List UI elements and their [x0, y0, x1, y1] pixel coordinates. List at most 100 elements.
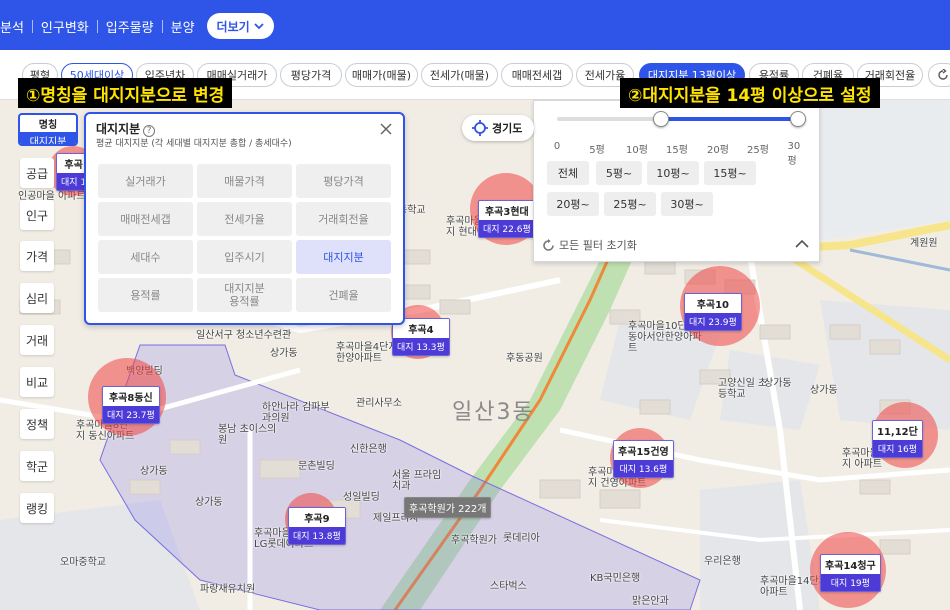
apartment-marker[interactable]: 후곡10 대지 23.9평: [684, 293, 742, 331]
marker-land-share: 대지 23.9평: [685, 313, 741, 330]
apartment-marker[interactable]: 후곡15건영 대지 13.6평: [613, 440, 674, 478]
map-label: 봉남 초이스의원: [218, 424, 277, 446]
marker-name: 후곡14청구: [821, 555, 880, 574]
range-tick: 15평: [666, 145, 688, 156]
annotation-step-1: ①명칭을 대지지분으로 변경: [18, 78, 233, 108]
option-sale-jeonse-gap[interactable]: 매매전세갭: [98, 202, 193, 236]
marker-name: 후곡10: [685, 294, 741, 313]
range-tick: 10평: [626, 145, 648, 156]
map-label: 스타벅스: [490, 581, 527, 592]
range-tick: 5평: [589, 145, 605, 156]
region-button[interactable]: 경기도: [462, 115, 534, 141]
map-label: 계원원: [910, 238, 938, 249]
map-label: 신한은행: [350, 444, 387, 455]
panel-title-text: 대지지분: [96, 122, 141, 136]
preset-10[interactable]: 10평~: [647, 161, 699, 185]
nav-item-population[interactable]: 인구변화: [33, 17, 97, 36]
preset-30[interactable]: 30평~: [661, 192, 713, 216]
nav-item-presale[interactable]: 분양: [163, 17, 203, 36]
side-menu-policy[interactable]: 정책: [20, 409, 54, 439]
academy-cluster-marker[interactable]: 후곡학원가 222개: [404, 497, 492, 518]
nav-item-analysis[interactable]: 분석: [0, 17, 32, 36]
range-tick: 0: [553, 141, 561, 152]
side-menu-price[interactable]: 가격: [20, 241, 54, 271]
chip-price-per-pyeong[interactable]: 평당가격: [280, 63, 342, 87]
marker-name: 후곡15건영: [614, 441, 673, 460]
option-turnover-rate[interactable]: 거래회전율: [296, 202, 391, 236]
reset-icon: [543, 238, 554, 251]
close-icon[interactable]: [379, 122, 393, 136]
apartment-marker[interactable]: 11,12단 대지 16평: [872, 420, 923, 458]
map-label: 상가동: [140, 466, 168, 477]
marker-land-share: 대지 13.8평: [289, 527, 345, 544]
locate-icon: [472, 120, 488, 136]
option-building-coverage[interactable]: 건폐율: [296, 278, 391, 312]
name-mode-value: 대지지분: [20, 132, 76, 144]
preset-20[interactable]: 20평~: [547, 192, 599, 216]
side-menu-transaction[interactable]: 거래: [20, 325, 54, 355]
map-label: 관리사무소: [356, 398, 402, 409]
option-listing-price[interactable]: 매물가격: [197, 164, 292, 198]
option-move-in-date[interactable]: 입주시기: [197, 240, 292, 274]
range-low-handle[interactable]: [653, 111, 669, 127]
name-mode-label: 명칭: [38, 120, 58, 131]
option-land-share-far[interactable]: 대지지분 용적률: [197, 278, 292, 312]
district-label: 일산3동: [452, 400, 535, 425]
marker-land-share: 대지 23.7평: [103, 406, 159, 423]
side-menu-school[interactable]: 학군: [20, 451, 54, 481]
chevron-down-icon: [254, 23, 264, 30]
map-label: 오마중학교: [60, 557, 106, 568]
reset-filters-button[interactable]: 모든 필터 초기화: [542, 237, 637, 253]
apartment-marker[interactable]: 후곡9 대지 13.8평: [288, 507, 346, 545]
apartment-marker[interactable]: 후곡8동신 대지 23.7평: [102, 386, 160, 424]
chevron-up-icon[interactable]: [795, 239, 809, 249]
option-price-per-pyeong[interactable]: 평당가격: [296, 164, 391, 198]
side-menu-population[interactable]: 인구: [20, 200, 54, 230]
option-households[interactable]: 세대수: [98, 240, 193, 274]
chip-jeonse-listing[interactable]: 전세가(매물): [421, 63, 498, 87]
marker-land-share: 대지 13.6평: [614, 460, 673, 477]
preset-15[interactable]: 15평~: [704, 161, 756, 185]
chip-sale-listing[interactable]: 매매가(매물): [345, 63, 418, 87]
map-label: 맑은안과: [632, 596, 669, 607]
map-label: 상가동: [270, 348, 298, 359]
refresh-chip[interactable]: [928, 63, 950, 87]
range-tick: 25평: [747, 145, 769, 156]
name-mode-button[interactable]: 명칭 대지지분: [18, 113, 78, 146]
marker-name: 11,12단: [873, 421, 922, 440]
marker-land-share: 대지 16평: [873, 440, 922, 457]
marker-land-share: 대지 22.6평: [479, 220, 535, 237]
apartment-marker[interactable]: 후곡14청구 대지 19평: [820, 554, 881, 592]
map-label: 파랑새유치원: [200, 584, 256, 595]
top-navigation-bar: 분석 인구변화 입주물량 분양 더보기: [0, 0, 950, 50]
map-label: 성일빌딩: [343, 492, 380, 503]
range-high-handle[interactable]: [790, 111, 806, 127]
marker-land-share: 대지 19평: [821, 574, 880, 591]
more-button[interactable]: 더보기: [206, 13, 274, 39]
option-land-share[interactable]: 대지지분: [296, 240, 391, 274]
map-label: 후곡학원가: [451, 535, 497, 546]
preset-5[interactable]: 5평~: [596, 161, 642, 185]
option-jeonse-rate[interactable]: 전세가율: [197, 202, 292, 236]
marker-name: 후곡3현대: [479, 201, 535, 220]
map-label: 후동공원: [506, 353, 543, 364]
nav-item-supply[interactable]: 입주물량: [98, 17, 162, 36]
map-label: 상가동: [195, 497, 223, 508]
option-actual-price[interactable]: 실거래가: [98, 164, 193, 198]
map-label: 롯데리아: [503, 533, 540, 544]
side-menu-ranking[interactable]: 랭킹: [20, 493, 54, 523]
map-label: 일산서구 청소년수련관: [196, 330, 292, 341]
side-menu-supply[interactable]: 공급: [20, 158, 54, 188]
preset-25[interactable]: 25평~: [604, 192, 656, 216]
land-share-filter-panel: 0 5평 10평 15평 20평 25평 30평 전체 5평~ 10평~ 15평…: [533, 100, 820, 262]
apartment-marker[interactable]: 후곡3현대 대지 22.6평: [478, 200, 536, 238]
chip-sale-jeonse-gap[interactable]: 매매전세갭: [501, 63, 573, 87]
side-menu-compare[interactable]: 비교: [20, 367, 54, 397]
range-tick: 30평: [787, 141, 801, 167]
map-label: KB국민은행: [590, 573, 641, 584]
preset-all[interactable]: 전체: [547, 161, 589, 185]
option-floor-area-ratio[interactable]: 용적률: [98, 278, 193, 312]
annotation-step-2: ②대지지분을 14평 이상으로 설정: [620, 78, 880, 108]
panel-title: 대지지분?: [96, 120, 156, 137]
side-menu-sentiment[interactable]: 심리: [20, 283, 54, 313]
